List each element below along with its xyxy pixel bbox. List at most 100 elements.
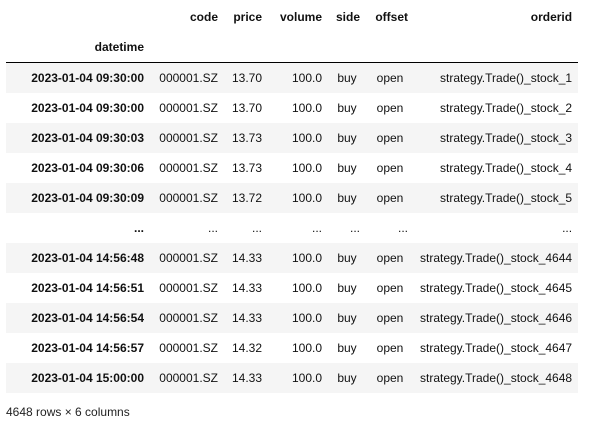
- empty-header-cell: [328, 32, 366, 63]
- cell-code: 000001.SZ: [159, 281, 218, 295]
- cell-code: 000001.SZ: [159, 341, 218, 355]
- table-row: 2023-01-04 15:00:00 000001.SZ 14.33 100.…: [6, 363, 579, 393]
- table-row: 2023-01-04 14:56:51 000001.SZ 14.33 100.…: [6, 273, 579, 303]
- row-index: 2023-01-04 09:30:09: [31, 191, 144, 205]
- cell-price: 14.33: [231, 371, 262, 385]
- cell-volume: 100.0: [291, 161, 322, 175]
- cell-volume: 100.0: [291, 71, 322, 85]
- cell-code: 000001.SZ: [159, 311, 218, 325]
- cell-price: 13.72: [231, 191, 262, 205]
- cell-price: 13.70: [231, 101, 262, 115]
- dataframe-shape-text: 4648 rows × 6 columns: [6, 405, 130, 419]
- table-row: 2023-01-04 14:56:54 000001.SZ 14.33 100.…: [6, 303, 579, 333]
- row-index: 2023-01-04 09:30:03: [31, 131, 144, 145]
- empty-header-cell: [414, 32, 579, 63]
- cell-price: 14.32: [231, 341, 262, 355]
- cell-volume: 100.0: [291, 101, 322, 115]
- cell-code: 000001.SZ: [159, 191, 218, 205]
- row-index: 2023-01-04 09:30:00: [31, 101, 144, 115]
- table-row-ellipsis: ... ... ... ... ... ... ...: [6, 213, 579, 243]
- cell-volume: 100.0: [291, 311, 322, 325]
- table-header: code price volume side offset orderid da…: [6, 2, 579, 63]
- cell-side: buy: [337, 161, 357, 175]
- cell-offset: ...: [397, 221, 408, 235]
- cell-orderid: strategy.Trade()_stock_4: [440, 161, 573, 175]
- table-row: 2023-01-04 14:56:57 000001.SZ 14.32 100.…: [6, 333, 579, 363]
- column-header-price: price: [233, 10, 262, 24]
- cell-offset: open: [376, 251, 404, 265]
- cell-side: buy: [337, 311, 357, 325]
- empty-header-cell: [366, 32, 414, 63]
- cell-side: buy: [337, 251, 357, 265]
- cell-offset: open: [376, 131, 404, 145]
- cell-orderid: strategy.Trade()_stock_4645: [420, 281, 573, 295]
- cell-orderid: strategy.Trade()_stock_2: [440, 101, 573, 115]
- dataframe-table: code price volume side offset orderid da…: [6, 2, 579, 393]
- cell-price: ...: [251, 221, 262, 235]
- row-index: 2023-01-04 09:30:06: [31, 161, 144, 175]
- column-header-volume: volume: [279, 10, 322, 24]
- cell-offset: open: [376, 281, 404, 295]
- empty-header-cell: [150, 32, 224, 63]
- cell-side: buy: [337, 191, 357, 205]
- row-index: 2023-01-04 14:56:57: [31, 341, 144, 355]
- cell-offset: open: [376, 101, 404, 115]
- row-index: 2023-01-04 14:56:54: [31, 311, 144, 325]
- cell-orderid: strategy.Trade()_stock_5: [440, 191, 573, 205]
- table-row: 2023-01-04 09:30:09 000001.SZ 13.72 100.…: [6, 183, 579, 213]
- cell-orderid: strategy.Trade()_stock_4648: [420, 371, 573, 385]
- cell-volume: ...: [311, 221, 322, 235]
- index-name-datetime: datetime: [6, 32, 150, 63]
- cell-orderid: ...: [562, 221, 573, 235]
- cell-side: buy: [337, 371, 357, 385]
- table-row: 2023-01-04 09:30:00 000001.SZ 13.70 100.…: [6, 62, 579, 93]
- table-row: 2023-01-04 09:30:06 000001.SZ 13.73 100.…: [6, 153, 579, 183]
- table-body: 2023-01-04 09:30:00 000001.SZ 13.70 100.…: [6, 62, 579, 393]
- cell-volume: 100.0: [291, 191, 322, 205]
- cell-side: buy: [337, 71, 357, 85]
- cell-offset: open: [376, 191, 404, 205]
- column-header-row: code price volume side offset orderid: [6, 2, 578, 32]
- cell-volume: 100.0: [291, 131, 322, 145]
- empty-header-cell: [224, 32, 268, 63]
- cell-orderid: strategy.Trade()_stock_3: [440, 131, 573, 145]
- index-header-blank: [6, 2, 150, 32]
- cell-side: buy: [337, 341, 357, 355]
- notebook-output: code price volume side offset orderid da…: [0, 0, 592, 430]
- cell-price: 14.33: [231, 281, 262, 295]
- column-header-offset: offset: [375, 10, 408, 24]
- cell-side: buy: [337, 131, 357, 145]
- cell-side: buy: [337, 281, 357, 295]
- cell-price: 13.73: [231, 161, 262, 175]
- column-header-orderid: orderid: [530, 10, 573, 24]
- index-name-row: datetime: [6, 32, 579, 63]
- cell-price: 14.33: [231, 311, 262, 325]
- cell-code: 000001.SZ: [159, 161, 218, 175]
- cell-code: 000001.SZ: [159, 251, 218, 265]
- row-index: 2023-01-04 15:00:00: [31, 371, 144, 385]
- cell-code: ...: [207, 221, 218, 235]
- cell-volume: 100.0: [291, 251, 322, 265]
- cell-side: buy: [337, 101, 357, 115]
- table-row: 2023-01-04 14:56:48 000001.SZ 14.33 100.…: [6, 243, 579, 273]
- cell-price: 13.70: [231, 71, 262, 85]
- cell-price: 14.33: [231, 251, 262, 265]
- row-index: ...: [133, 221, 144, 235]
- cell-offset: open: [376, 371, 404, 385]
- cell-orderid: strategy.Trade()_stock_4647: [420, 341, 573, 355]
- cell-offset: open: [376, 71, 404, 85]
- cell-volume: 100.0: [291, 371, 322, 385]
- row-index: 2023-01-04 09:30:00: [31, 71, 144, 85]
- cell-volume: 100.0: [291, 341, 322, 355]
- empty-header-cell: [268, 32, 328, 63]
- table-row: 2023-01-04 09:30:03 000001.SZ 13.73 100.…: [6, 123, 579, 153]
- cell-volume: 100.0: [291, 281, 322, 295]
- cell-orderid: strategy.Trade()_stock_4644: [420, 251, 573, 265]
- column-header-side: side: [335, 10, 360, 24]
- table-row: 2023-01-04 09:30:00 000001.SZ 13.70 100.…: [6, 93, 579, 123]
- cell-orderid: strategy.Trade()_stock_4646: [420, 311, 573, 325]
- cell-offset: open: [376, 341, 404, 355]
- cell-offset: open: [376, 161, 404, 175]
- cell-code: 000001.SZ: [159, 371, 218, 385]
- cell-code: 000001.SZ: [159, 101, 218, 115]
